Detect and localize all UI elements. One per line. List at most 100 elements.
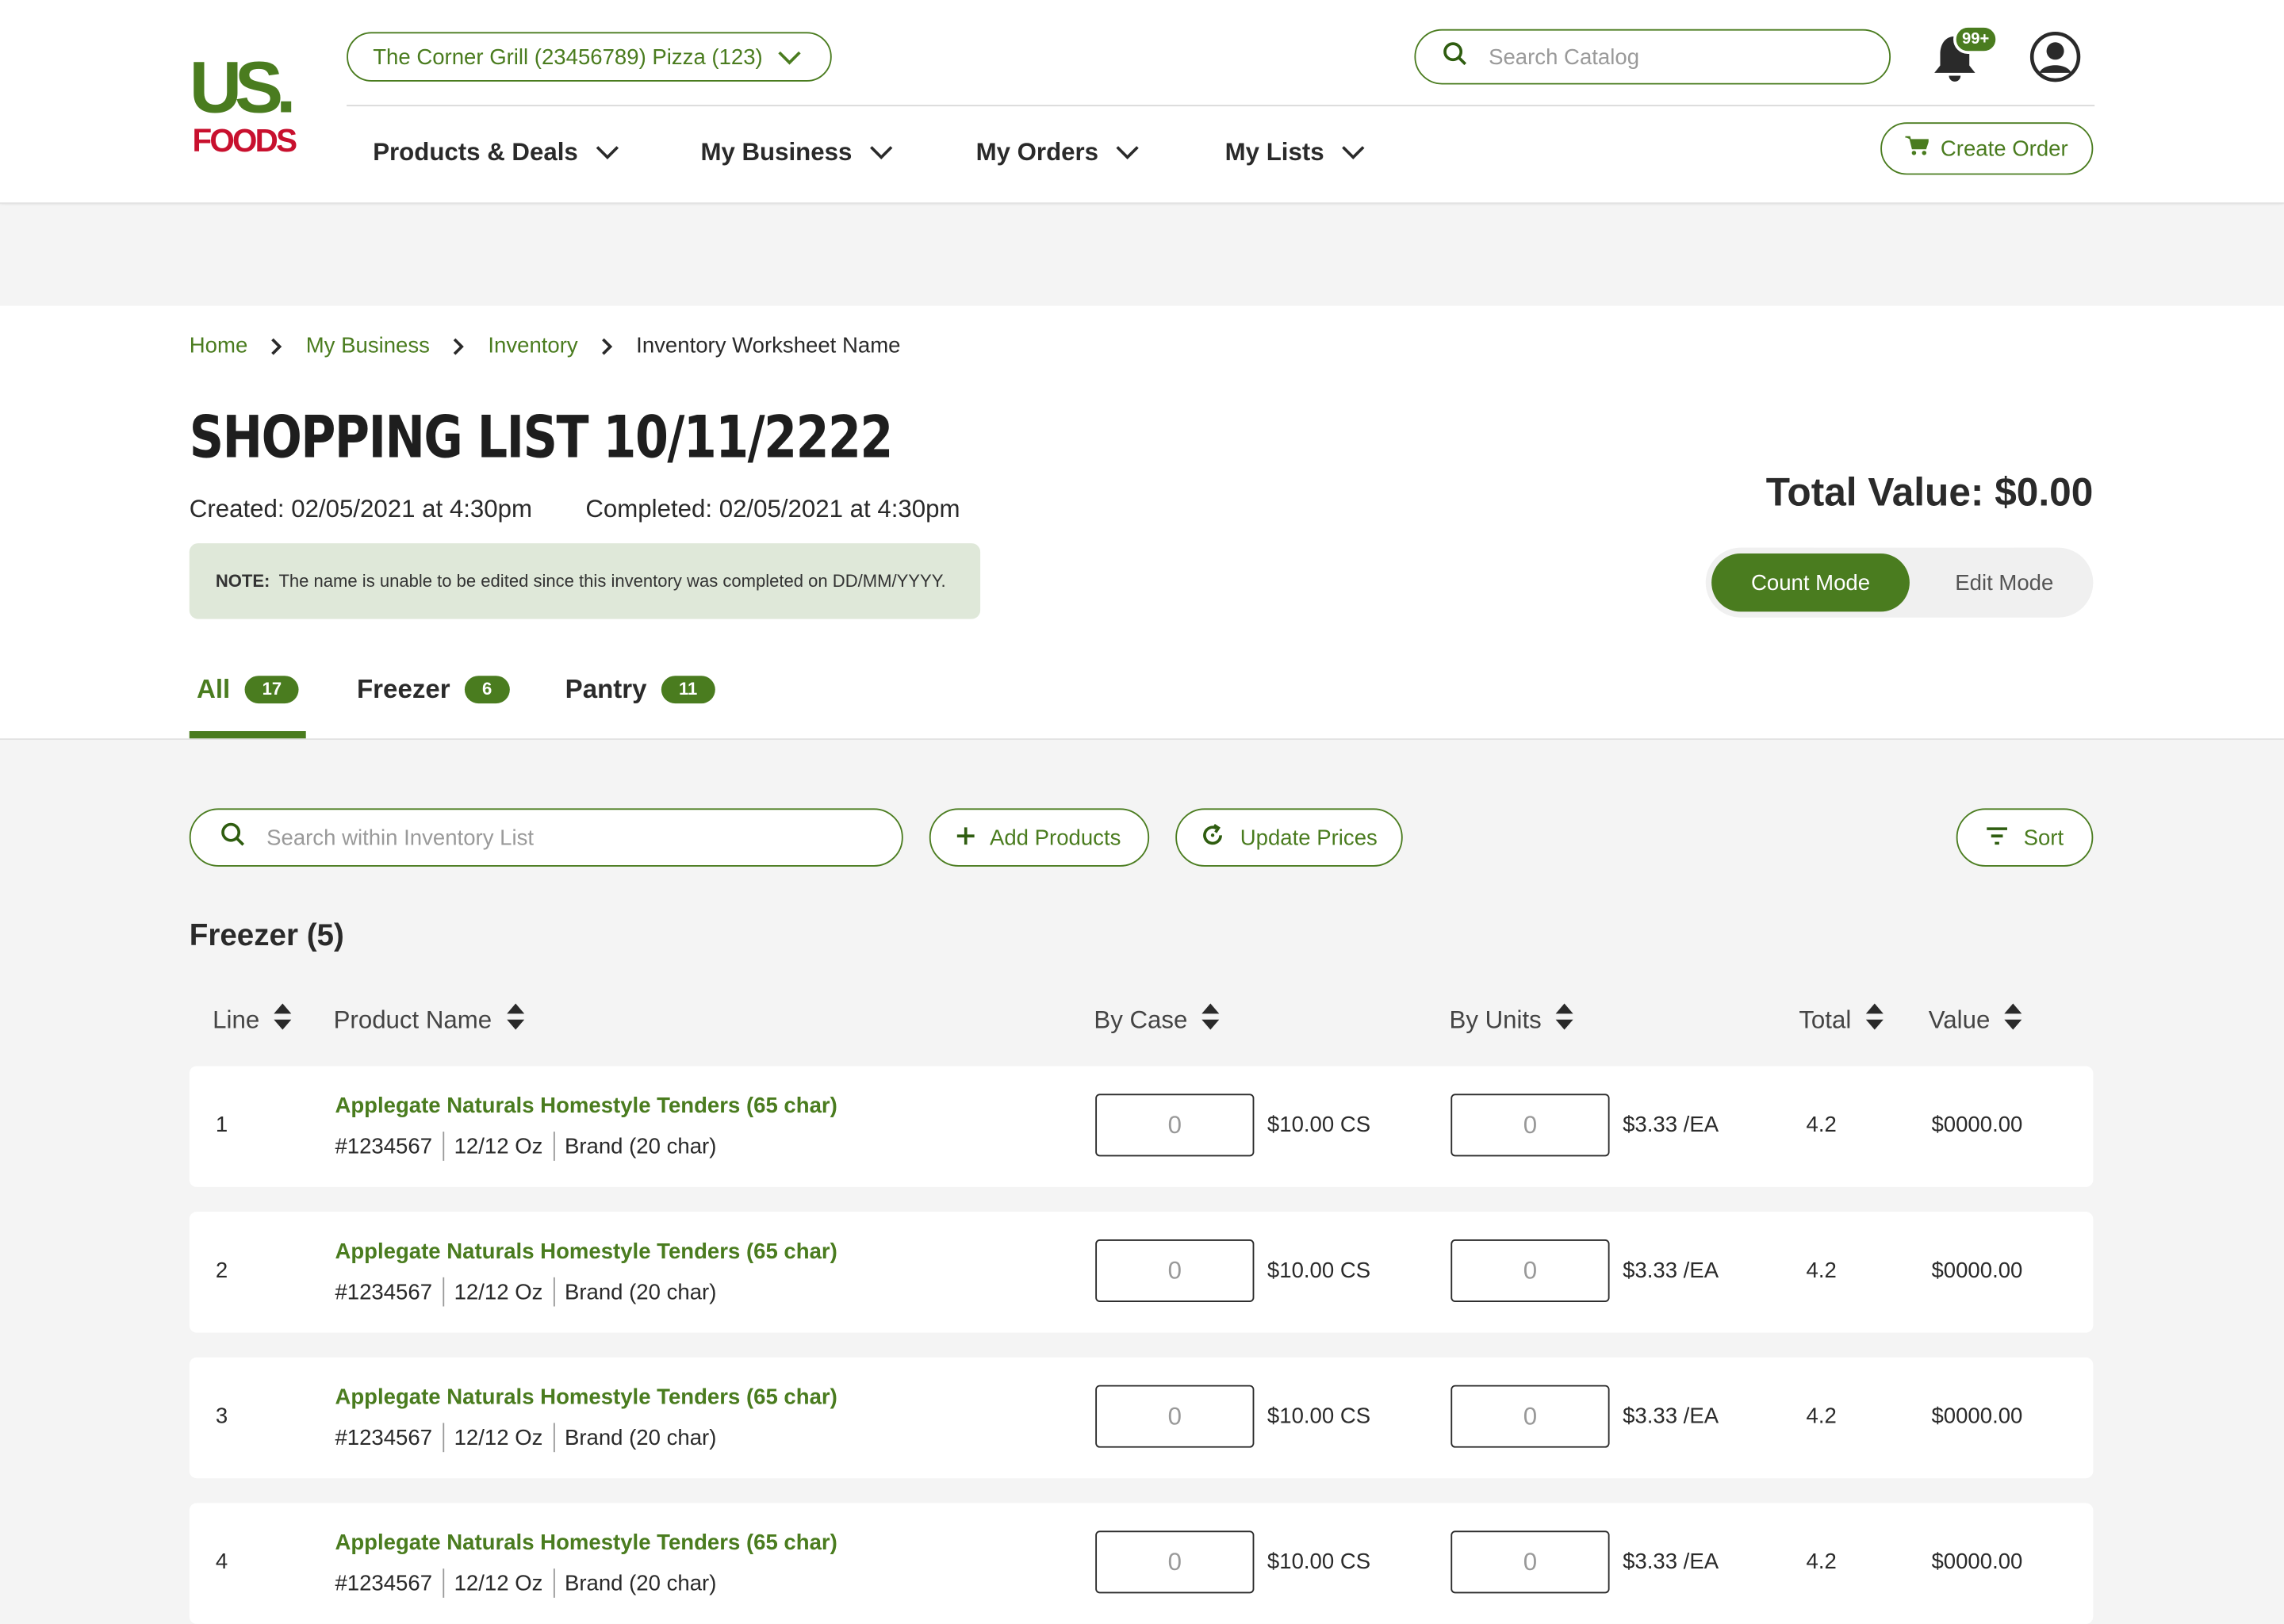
product-name-link[interactable]: Applegate Naturals Homestyle Tenders (65… — [335, 1239, 837, 1264]
account-icon[interactable] — [2029, 31, 2082, 83]
unit-price: $3.33 /EA — [1623, 1404, 1719, 1429]
column-header-value[interactable]: Value — [1929, 1003, 2022, 1036]
chevron-right-icon — [271, 337, 283, 354]
case-quantity-input[interactable]: 0 — [1095, 1530, 1255, 1594]
product-name-link[interactable]: Applegate Naturals Homestyle Tenders (65… — [335, 1385, 837, 1410]
add-products-label: Add Products — [989, 825, 1121, 850]
product-meta: #1234567 12/12 Oz Brand (20 char) — [335, 1277, 716, 1307]
row-value: $0000.00 — [1931, 1404, 2023, 1429]
column-header-total[interactable]: Total — [1799, 1003, 1884, 1036]
nav-my-lists[interactable]: My Lists — [1225, 138, 1365, 167]
product-name-link[interactable]: Applegate Naturals Homestyle Tenders (65… — [335, 1530, 837, 1555]
divider — [553, 1568, 555, 1598]
banner-band — [0, 205, 2284, 306]
row-line-number: 2 — [215, 1258, 228, 1284]
column-label: Line — [213, 1005, 260, 1034]
case-quantity-input[interactable]: 0 — [1095, 1094, 1255, 1157]
product-sku: #1234567 — [335, 1133, 433, 1159]
catalog-search-placeholder: Search Catalog — [1489, 44, 1640, 70]
sort-button[interactable]: Sort — [1956, 808, 2094, 867]
us-foods-logo[interactable]: US. FOODS — [190, 47, 301, 159]
mode-toggle: Count Mode Edit Mode — [1705, 547, 2094, 618]
notification-badge: 99+ — [1953, 25, 1998, 54]
column-label: By Units — [1449, 1005, 1542, 1034]
edit-mode-button[interactable]: Edit Mode — [1924, 553, 2084, 611]
sort-arrows-icon — [1556, 1003, 1574, 1036]
chevron-down-icon — [869, 138, 893, 167]
unit-quantity-input[interactable]: 0 — [1450, 1385, 1610, 1448]
column-header-by-units[interactable]: By Units — [1450, 1003, 1574, 1036]
row-total: 4.2 — [1806, 1549, 1837, 1575]
update-prices-label: Update Prices — [1240, 825, 1378, 850]
total-value: Total Value: $0.00 — [1765, 470, 2094, 515]
column-header-line[interactable]: Line — [213, 1003, 292, 1036]
refresh-icon — [1201, 822, 1225, 853]
breadcrumb-inventory[interactable]: Inventory — [488, 334, 577, 358]
divider — [442, 1132, 444, 1161]
tab-label: Freezer — [356, 674, 450, 704]
chevron-right-icon — [601, 337, 613, 354]
product-pack: 12/12 Oz — [454, 1425, 543, 1450]
tab-all[interactable]: All 17 — [196, 674, 300, 705]
column-label: Product Name — [333, 1005, 492, 1034]
table-row: 4 Applegate Naturals Homestyle Tenders (… — [189, 1503, 2094, 1624]
unit-quantity-input[interactable]: 0 — [1450, 1094, 1610, 1157]
update-prices-button[interactable]: Update Prices — [1175, 808, 1403, 867]
note-label: NOTE: — [215, 570, 270, 592]
note-text: The name is unable to be edited since th… — [278, 570, 946, 592]
nav-my-business[interactable]: My Business — [700, 138, 893, 167]
store-selector-label: The Corner Grill (23456789) Pizza (123) — [373, 44, 763, 70]
created-date: Created: 02/05/2021 at 4:30pm — [189, 495, 533, 523]
row-value: $0000.00 — [1931, 1258, 2023, 1284]
tab-count-badge: 11 — [661, 676, 715, 704]
nav-label: My Orders — [975, 138, 1099, 167]
breadcrumb: Home My Business Inventory Inventory Wor… — [190, 334, 901, 358]
case-price: $10.00 CS — [1267, 1113, 1371, 1138]
product-brand: Brand (20 char) — [564, 1570, 717, 1596]
sort-arrows-icon — [2004, 1003, 2022, 1036]
note-banner: NOTE: The name is unable to be edited si… — [189, 543, 981, 619]
filter-lines-icon — [1986, 825, 2009, 849]
case-quantity-input[interactable]: 0 — [1095, 1239, 1255, 1303]
divider — [442, 1423, 444, 1453]
row-line-number: 3 — [215, 1404, 228, 1429]
column-label: By Case — [1094, 1005, 1188, 1034]
sort-arrows-icon — [1201, 1003, 1220, 1036]
inventory-search-input[interactable]: Search within Inventory List — [189, 808, 903, 867]
tab-pantry[interactable]: Pantry 11 — [565, 674, 715, 705]
nav-products-deals[interactable]: Products & Deals — [373, 138, 619, 167]
product-meta: #1234567 12/12 Oz Brand (20 char) — [335, 1423, 716, 1453]
tab-count-badge: 6 — [464, 676, 510, 704]
column-header-product-name[interactable]: Product Name — [334, 1003, 524, 1036]
nav-label: My Lists — [1224, 138, 1324, 167]
product-pack: 12/12 Oz — [454, 1133, 543, 1159]
breadcrumb-my-business[interactable]: My Business — [306, 334, 430, 358]
divider — [442, 1277, 444, 1307]
unit-quantity-input[interactable]: 0 — [1450, 1530, 1610, 1594]
tab-freezer[interactable]: Freezer 6 — [356, 674, 510, 705]
product-name-link[interactable]: Applegate Naturals Homestyle Tenders (65… — [335, 1094, 837, 1118]
product-meta: #1234567 12/12 Oz Brand (20 char) — [335, 1568, 716, 1598]
tab-label: All — [196, 674, 231, 704]
row-total: 4.2 — [1806, 1113, 1837, 1138]
cart-icon — [1905, 136, 1930, 162]
unit-quantity-input[interactable]: 0 — [1450, 1239, 1610, 1303]
store-selector[interactable]: The Corner Grill (23456789) Pizza (123) — [347, 32, 832, 82]
count-mode-button[interactable]: Count Mode — [1711, 553, 1910, 612]
case-price: $10.00 CS — [1267, 1404, 1371, 1429]
column-header-by-case[interactable]: By Case — [1094, 1003, 1220, 1036]
row-line-number: 4 — [215, 1549, 228, 1575]
catalog-search-input[interactable]: Search Catalog — [1414, 29, 1891, 85]
top-header: US. FOODS The Corner Grill (23456789) Pi… — [0, 0, 2284, 205]
nav-my-orders[interactable]: My Orders — [976, 138, 1140, 167]
add-products-button[interactable]: Add Products — [929, 808, 1150, 867]
product-sku: #1234567 — [335, 1425, 433, 1450]
breadcrumb-home[interactable]: Home — [190, 334, 247, 358]
sort-arrows-icon — [274, 1003, 292, 1036]
page-title: SHOPPING LIST 10/11/2222 — [189, 404, 894, 473]
create-order-button[interactable]: Create Order — [1880, 122, 2094, 175]
case-quantity-input[interactable]: 0 — [1095, 1385, 1255, 1448]
plus-icon — [957, 825, 975, 849]
header-divider — [347, 105, 2095, 107]
unit-price: $3.33 /EA — [1623, 1113, 1719, 1138]
